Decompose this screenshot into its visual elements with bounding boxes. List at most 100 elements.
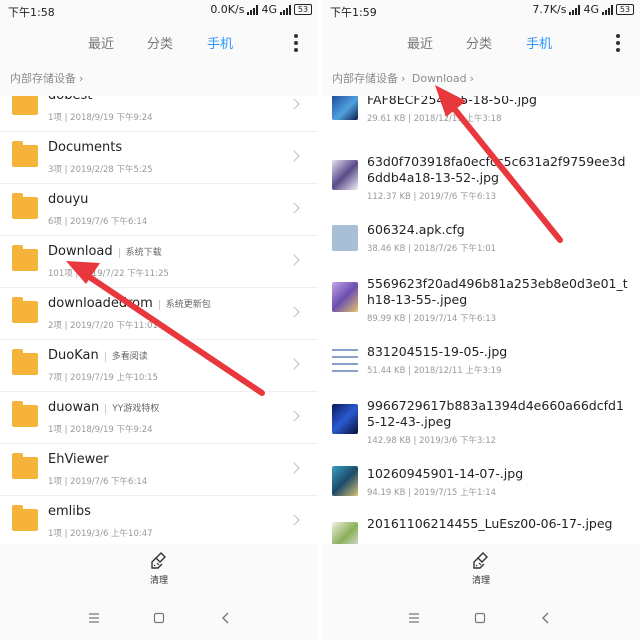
folder-row[interactable]: emlibs 1项 | 2019/3/6 上午10:47: [0, 496, 318, 544]
image-thumbnail: [332, 466, 358, 496]
folder-row[interactable]: dobest 1项 | 2018/9/19 下午9:24: [0, 96, 318, 132]
folder-meta: 7项 | 2019/7/19 上午10:15: [48, 373, 158, 383]
folder-icon: [12, 297, 38, 323]
menu-icon[interactable]: [88, 612, 100, 624]
file-name: 831204515-19-05-.jpg: [367, 344, 508, 359]
folder-title: duowan: [48, 400, 100, 415]
chevron-right-icon: [288, 358, 300, 370]
folder-tag: YY游戏特权: [105, 404, 160, 414]
folder-row[interactable]: duowan YY游戏特权 1项 | 2018/9/19 下午9:24: [0, 392, 318, 444]
chevron-right-icon: [288, 254, 300, 266]
signal-icon-2: [280, 4, 291, 15]
chevron-right-icon: [288, 514, 300, 526]
breadcrumb-item-storage[interactable]: 内部存储设备: [332, 72, 398, 85]
chevron-right-icon: [288, 410, 300, 422]
battery-icon: 53: [294, 4, 312, 15]
tab-bar: 最近 分类 手机: [322, 28, 640, 58]
network-speed: 7.7K/s: [532, 3, 567, 16]
chevron-right-icon: [288, 98, 300, 110]
file-name: FAF8ECF254715-18-50-.jpg: [367, 96, 537, 107]
folder-meta: 101项 | 2019/7/22 下午11:25: [48, 269, 169, 279]
tab-recent[interactable]: 最近: [88, 33, 114, 52]
more-menu-icon[interactable]: [616, 34, 620, 52]
file-row[interactable]: 20161106214455_LuEsz00-06-17-.jpeg: [322, 510, 640, 544]
image-thumbnail: [332, 160, 358, 190]
file-meta: 112.37 KB | 2019/7/6 下午6:13: [367, 192, 497, 202]
status-right: 0.0K/s 4G 53: [210, 3, 312, 16]
menu-icon[interactable]: [408, 612, 420, 624]
folder-tag: 系统更新包: [158, 300, 211, 310]
system-nav-bar: [0, 604, 318, 634]
folder-tag: 系统下载: [118, 248, 162, 258]
folder-icon: [12, 401, 38, 427]
folder-title: Download: [48, 244, 113, 259]
file-meta: 38.46 KB | 2018/7/26 下午1:01: [367, 244, 497, 254]
tab-category[interactable]: 分类: [147, 33, 173, 52]
folder-icon: [12, 245, 38, 271]
more-menu-icon[interactable]: [294, 34, 298, 52]
right-screenshot: 下午1:59 7.7K/s 4G 53 最近 分类 手机 内部存储设备 › Dow…: [322, 0, 640, 640]
tab-phone[interactable]: 手机: [526, 33, 552, 52]
folder-icon: [12, 96, 38, 115]
file-row[interactable]: FAF8ECF254715-18-50-.jpg 29.61 KB | 2018…: [322, 96, 640, 140]
folder-row-download[interactable]: Download 系统下载 101项 | 2019/7/22 下午11:25: [0, 236, 318, 288]
file-meta: 142.98 KB | 2019/3/6 下午3:12: [367, 436, 497, 446]
breadcrumb-chevron-icon: ›: [401, 72, 406, 85]
folder-title: DuoKan: [48, 348, 99, 363]
folder-list: dobest 1项 | 2018/9/19 下午9:24 Documents 3…: [0, 96, 318, 544]
status-time: 下午1:58: [8, 6, 55, 19]
signal-icon: [569, 4, 581, 15]
folder-name: dobest: [48, 96, 92, 103]
folder-name: EhViewer: [48, 452, 109, 467]
breadcrumb: 内部存储设备 › Download ›: [322, 70, 640, 92]
file-meta: 29.61 KB | 2018/12/11 上午3:18: [367, 114, 502, 124]
tab-category[interactable]: 分类: [466, 33, 492, 52]
folder-name: downloadedrom 系统更新包: [48, 296, 211, 311]
file-row[interactable]: 63d0f703918fa0ecfcc5c631a2f9759ee3d6ddb4…: [322, 148, 640, 210]
file-row[interactable]: 9966729617b883a1394d4e660a66dcfd15-12-43…: [322, 392, 640, 454]
clean-label: 清理: [149, 576, 168, 586]
breadcrumb-item-download[interactable]: Download: [412, 72, 467, 85]
file-row[interactable]: 831204515-19-05-.jpg 51.44 KB | 2018/12/…: [322, 332, 640, 394]
folder-icon: [12, 349, 38, 375]
chevron-right-icon: [288, 306, 300, 318]
back-icon[interactable]: [540, 612, 552, 624]
file-row[interactable]: 5569623f20ad496b81a253eb8e0d3e01_th18-13…: [322, 270, 640, 332]
folder-meta: 6项 | 2019/7/6 下午6:14: [48, 217, 148, 227]
file-meta: 51.44 KB | 2018/12/11 上午3:19: [367, 366, 502, 376]
clean-button[interactable]: 清理: [0, 551, 318, 593]
file-name: 63d0f703918fa0ecfcc5c631a2f9759ee3d6ddb4…: [367, 154, 626, 185]
chevron-right-icon: [288, 150, 300, 162]
tab-recent[interactable]: 最近: [407, 33, 433, 52]
tab-phone[interactable]: 手机: [207, 33, 233, 52]
breadcrumb-item-storage[interactable]: 内部存储设备: [10, 72, 76, 85]
folder-title: downloadedrom: [48, 296, 153, 311]
back-icon[interactable]: [220, 612, 232, 624]
home-icon[interactable]: [153, 612, 165, 624]
image-thumbnail: [332, 282, 358, 312]
folder-row[interactable]: downloadedrom 系统更新包 2项 | 2019/7/20 下午11:0…: [0, 288, 318, 340]
broom-icon: [473, 552, 488, 569]
breadcrumb-chevron-icon: ›: [79, 72, 84, 85]
image-thumbnail: [332, 522, 358, 544]
file-row[interactable]: 10260945901-14-07-.jpg 94.19 KB | 2019/7…: [322, 454, 640, 516]
folder-name: Download 系统下载: [48, 244, 162, 259]
clean-button[interactable]: 清理: [322, 551, 640, 593]
folder-meta: 2项 | 2019/7/20 下午11:01: [48, 321, 158, 331]
left-screenshot: 下午1:58 0.0K/s 4G 53 最近 分类 手机 内部存储设备› dob…: [0, 0, 318, 640]
folder-row[interactable]: DuoKan 多看阅读 7项 | 2019/7/19 上午10:15: [0, 340, 318, 392]
status-bar: 下午1:59 7.7K/s 4G 53: [322, 0, 640, 22]
tab-bar: 最近 分类 手机: [0, 28, 318, 58]
broom-icon: [151, 552, 166, 569]
folder-row[interactable]: Documents 3项 | 2019/2/28 下午5:25: [0, 132, 318, 184]
breadcrumb-chevron-icon: ›: [469, 72, 474, 85]
file-row[interactable]: 606324.apk.cfg 38.46 KB | 2018/7/26 下午1:…: [322, 210, 640, 272]
home-icon[interactable]: [474, 612, 486, 624]
config-file-icon: [332, 225, 358, 251]
file-meta: 89.99 KB | 2019/7/14 下午6:13: [367, 314, 497, 324]
chevron-right-icon: [288, 462, 300, 474]
file-list: FAF8ECF254715-18-50-.jpg 29.61 KB | 2018…: [322, 96, 640, 544]
folder-meta: 1项 | 2018/9/19 下午9:24: [48, 425, 153, 435]
folder-row[interactable]: douyu 6项 | 2019/7/6 下午6:14: [0, 184, 318, 236]
folder-row[interactable]: EhViewer 1项 | 2019/7/6 下午6:14: [0, 444, 318, 496]
